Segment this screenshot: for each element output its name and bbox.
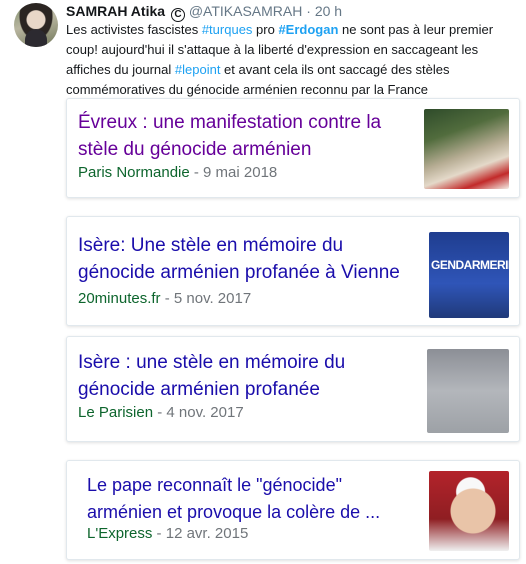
card-source: 20minutes.fr xyxy=(78,290,161,307)
author-name[interactable]: SAMRAH Atika xyxy=(66,3,165,19)
card-date: - 9 mai 2018 xyxy=(189,164,278,181)
tweet-text: Les activistes fascistes #turques pro #E… xyxy=(66,20,506,100)
avatar[interactable] xyxy=(14,3,58,47)
tweet: SAMRAH Atika C @ATIKASAMRAH · 20 h Les a… xyxy=(0,0,526,564)
tweet-time[interactable]: 20 h xyxy=(315,3,342,19)
card-date: - 5 nov. 2017 xyxy=(160,290,252,307)
tweet-text-part: Les activistes fascistes xyxy=(66,22,202,37)
tweet-header: SAMRAH Atika C @ATIKASAMRAH · 20 h xyxy=(66,2,342,22)
card-meta: 20minutes.fr - 5 nov. 2017 xyxy=(78,289,251,308)
card-title[interactable]: Évreux : une manifestation contre la stè… xyxy=(78,109,408,163)
gendarmerie-thumbnail[interactable]: GENDARMERIE xyxy=(429,232,509,318)
card-source: Le Parisien xyxy=(78,404,154,421)
card-date: - 12 avr. 2015 xyxy=(152,525,249,542)
card-source: L'Express xyxy=(87,525,153,542)
thumbnail-text: GENDARMERIE xyxy=(431,258,509,272)
card-source: Paris Normandie xyxy=(78,164,190,181)
news-card[interactable]: Isère : une stèle en mémoire du génocide… xyxy=(66,336,520,442)
stele-thumbnail[interactable] xyxy=(427,349,509,433)
card-date: - 4 nov. 2017 xyxy=(153,404,244,421)
separator: · xyxy=(306,3,311,19)
card-meta: Le Parisien - 4 nov. 2017 xyxy=(78,403,244,422)
news-card[interactable]: Le pape reconnaît le "génocide" arménien… xyxy=(66,460,520,560)
news-card[interactable]: Évreux : une manifestation contre la stè… xyxy=(66,98,520,198)
memorial-thumbnail[interactable] xyxy=(424,109,509,189)
hashtag-erdogan[interactable]: #Erdogan xyxy=(278,22,338,37)
news-card[interactable]: Isère: Une stèle en mémoire du génocide … xyxy=(66,216,520,326)
tweet-text-part: pro xyxy=(252,22,279,37)
card-meta: Paris Normandie - 9 mai 2018 xyxy=(78,163,277,182)
card-title[interactable]: Le pape reconnaît le "génocide" arménien… xyxy=(87,472,397,526)
hashtag-turques[interactable]: #turques xyxy=(202,22,253,37)
card-title[interactable]: Isère: Une stèle en mémoire du génocide … xyxy=(78,232,423,286)
card-title[interactable]: Isère : une stèle en mémoire du génocide… xyxy=(78,349,408,403)
card-meta: L'Express - 12 avr. 2015 xyxy=(87,524,248,543)
hashtag-lepoint[interactable]: #lepoint xyxy=(175,62,221,77)
author-handle[interactable]: @ATIKASAMRAH xyxy=(189,3,303,19)
pope-thumbnail[interactable] xyxy=(429,471,509,551)
